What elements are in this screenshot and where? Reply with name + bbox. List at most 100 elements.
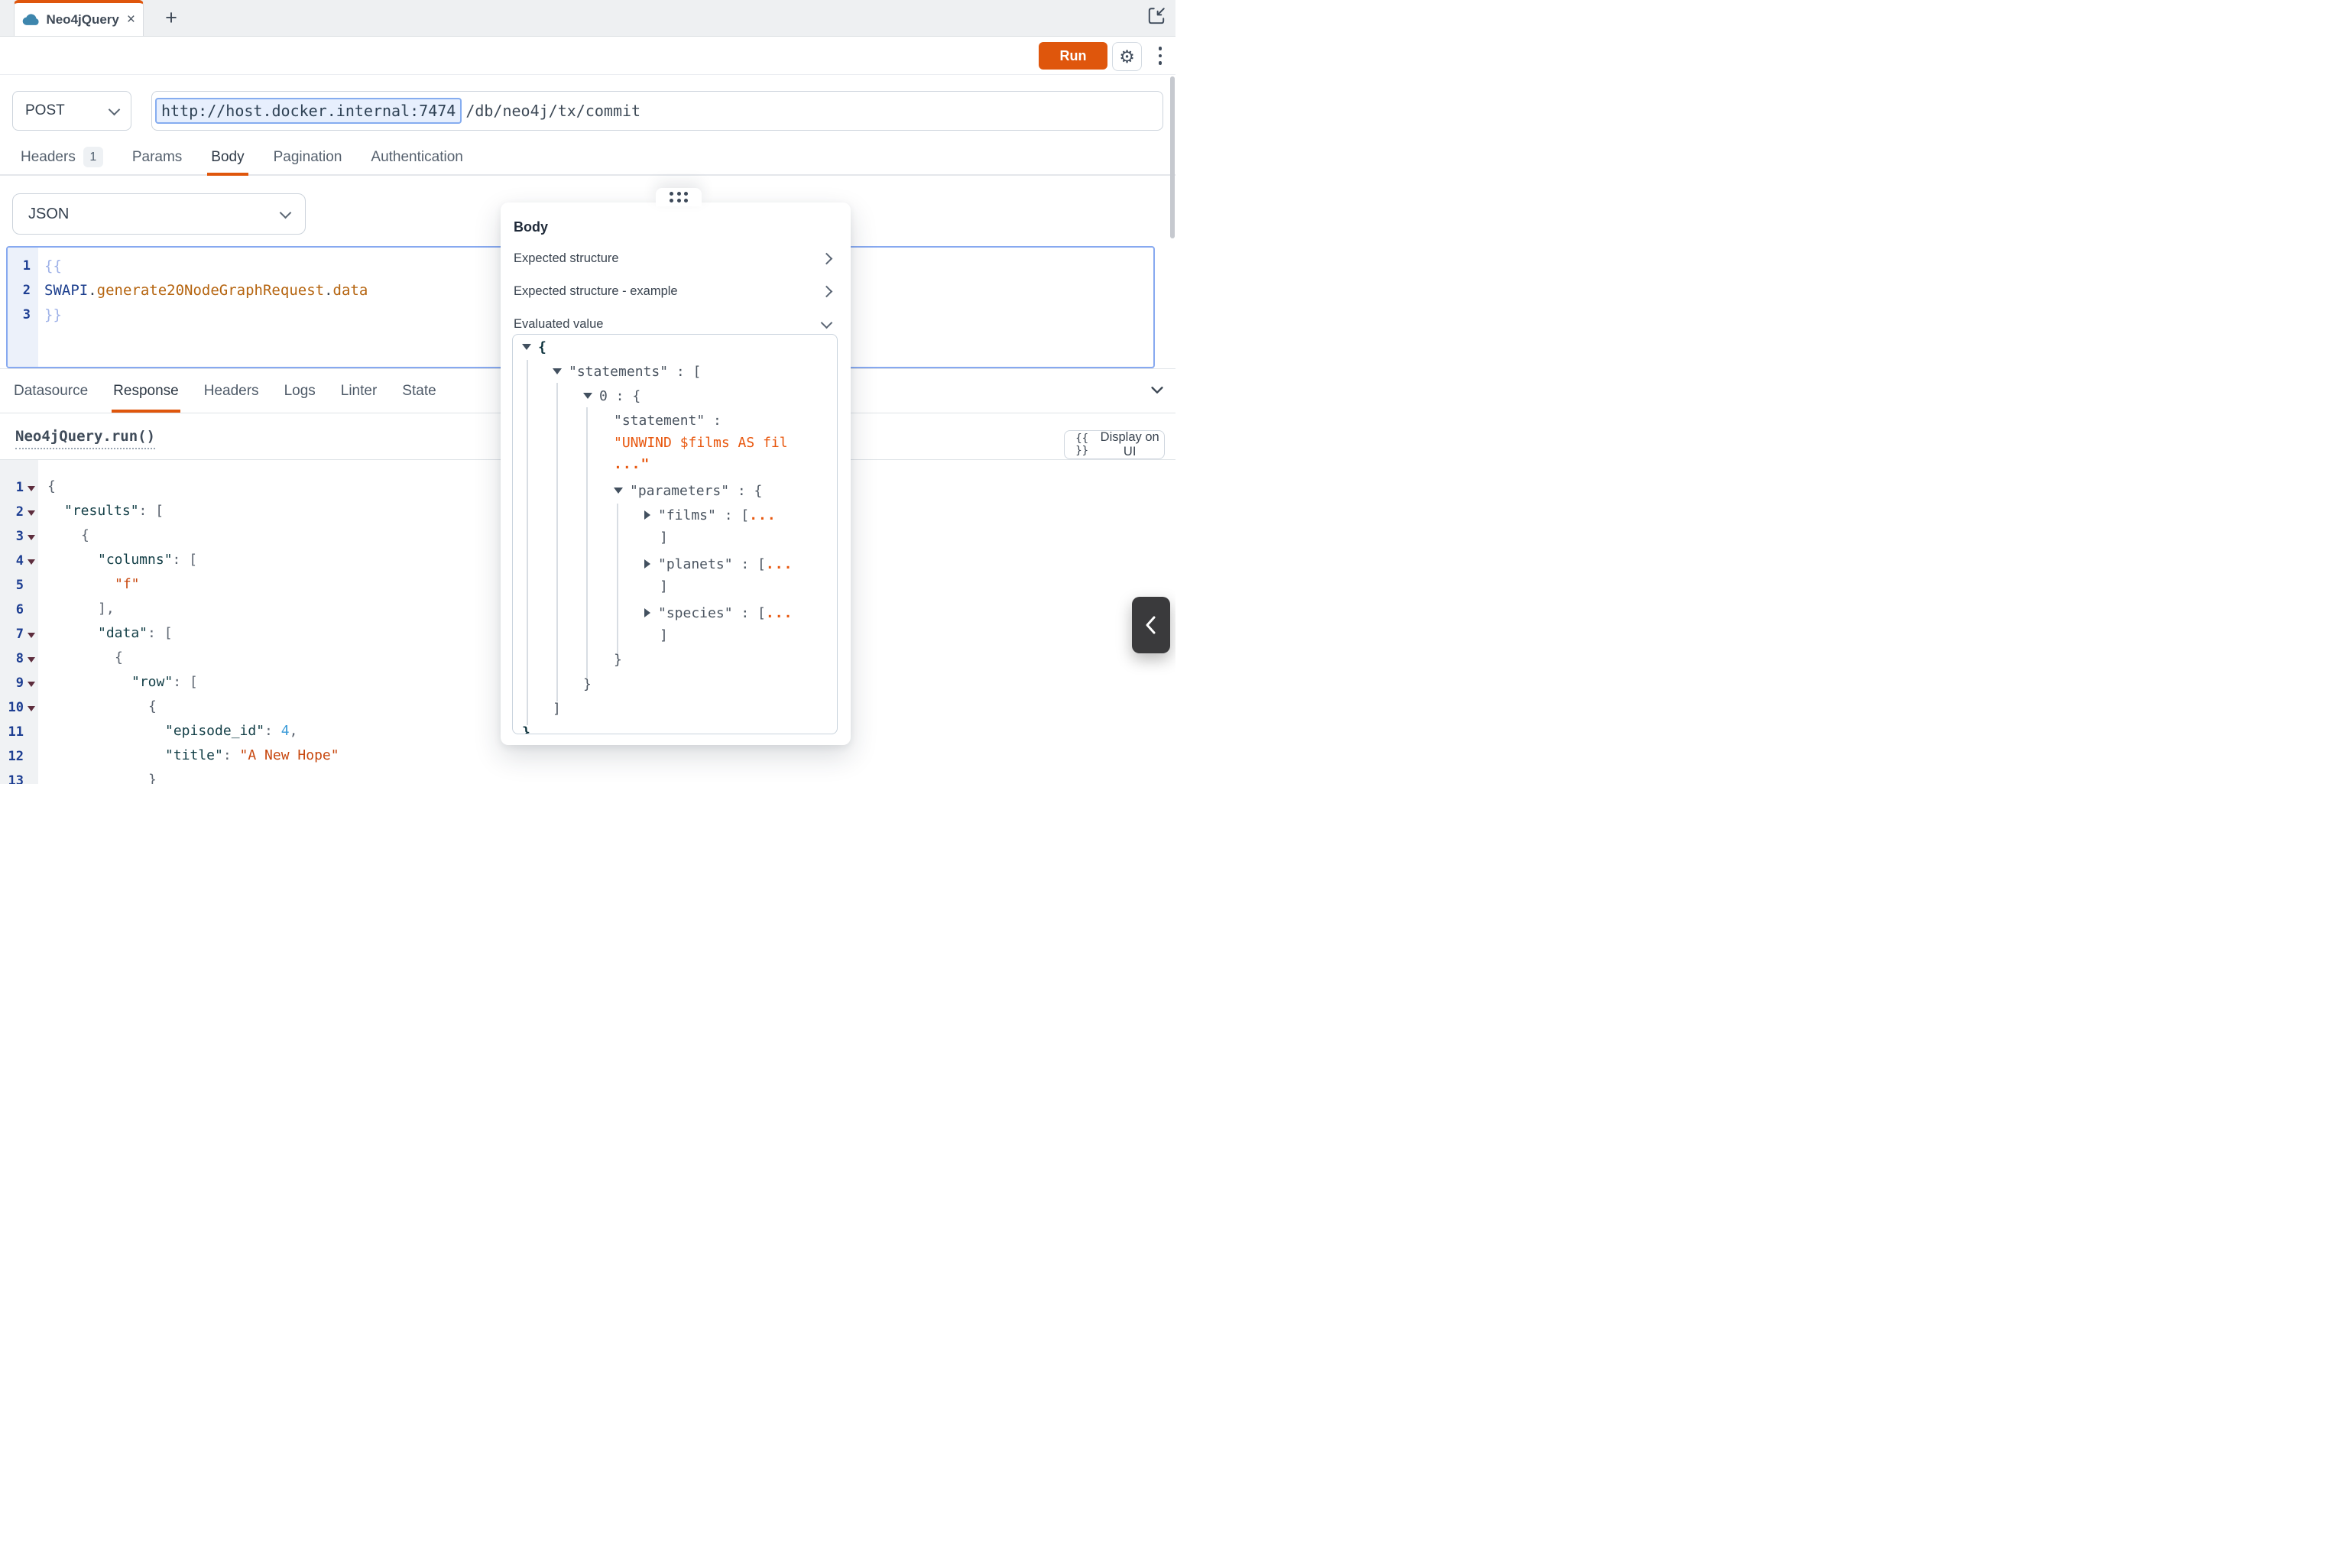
indent-guide (586, 407, 588, 678)
collapse-arrow-icon[interactable] (28, 559, 35, 565)
toolbar-divider (0, 74, 1176, 75)
request-tab-pagination[interactable]: Pagination (274, 140, 342, 174)
tree-collapse-arrow-icon[interactable] (614, 488, 623, 494)
collapse-arrow-icon[interactable] (28, 633, 35, 638)
code-segment: : (223, 747, 240, 763)
collapse-window-icon[interactable] (1146, 6, 1166, 26)
request-tab-params[interactable]: Params (132, 140, 182, 174)
tree-expand-arrow-icon[interactable] (644, 559, 650, 569)
method-select[interactable]: POST (12, 91, 131, 131)
curly-braces-icon: {{ }} (1069, 432, 1094, 457)
run-button[interactable]: Run (1039, 42, 1107, 70)
popover-row-expected-structure-example[interactable]: Expected structure - example (501, 275, 851, 308)
tree-row[interactable]: 0 : { (583, 384, 640, 407)
tree-row[interactable]: "statements" : [ (553, 360, 701, 383)
code-segment: } (583, 676, 592, 692)
code-segment: "title" (165, 747, 223, 763)
tree-row[interactable]: ] (660, 624, 668, 646)
code-segment: ] (660, 530, 668, 546)
tree-row[interactable]: "species" : [... (644, 601, 793, 624)
display-on-ui-button[interactable]: {{ }} Display on UI (1064, 430, 1165, 459)
collapse-arrow-icon[interactable] (28, 510, 35, 516)
response-query-heading: Neo4jQuery.run() (15, 428, 155, 449)
response-tab-datasource[interactable]: Datasource (14, 369, 88, 413)
evaluated-value-box[interactable]: { "statements" : [0 : {"statement" :"UNWI… (512, 334, 838, 734)
collapse-arrow-icon[interactable] (28, 706, 35, 711)
code-segment: , (290, 723, 298, 739)
response-tab-logs[interactable]: Logs (284, 369, 316, 413)
collapse-panel-chevron-icon[interactable] (1149, 381, 1166, 398)
request-tab-body[interactable]: Body (211, 140, 244, 174)
code-segment: "A New Hope" (240, 747, 339, 763)
tree-row[interactable]: } (583, 672, 592, 695)
response-tab-state[interactable]: State (402, 369, 436, 413)
tree-collapse-arrow-icon[interactable] (553, 368, 562, 374)
code-segment: { (538, 339, 546, 355)
request-tab-authentication[interactable]: Authentication (371, 140, 462, 174)
code-segment: ... (766, 556, 793, 572)
response-tab-linter[interactable]: Linter (341, 369, 378, 413)
tree-row[interactable]: ] (660, 526, 668, 549)
collapse-arrow-icon[interactable] (28, 682, 35, 687)
tree-row[interactable]: ..." (614, 452, 650, 475)
response-tab-response[interactable]: Response (113, 369, 179, 413)
line-number: 3 (8, 307, 31, 322)
indent-guide (617, 504, 618, 655)
scrollbar-thumb[interactable] (1170, 76, 1175, 238)
settings-button[interactable]: ⚙ (1112, 42, 1142, 71)
code-segment: : [ (139, 503, 164, 519)
code-segment: { (148, 698, 157, 714)
tree-row[interactable]: "films" : [... (644, 504, 777, 526)
line-number: 7 (0, 627, 24, 642)
tree-row[interactable]: } (614, 648, 622, 671)
tree-row[interactable]: "planets" : [... (644, 552, 793, 575)
line-number: 9 (0, 675, 24, 691)
body-evaluation-popover: Body Expected structureExpected structur… (501, 202, 851, 745)
response-line[interactable]: 12"title": "A New Hope" (0, 746, 1176, 770)
code-segment: ] (553, 701, 561, 717)
tree-row[interactable]: { (522, 335, 546, 358)
line-number: 3 (0, 529, 24, 544)
tree-collapse-arrow-icon[interactable] (583, 393, 592, 399)
response-line[interactable]: 13} (0, 770, 1176, 784)
tree-row[interactable]: "statement" : (614, 409, 722, 432)
gear-icon: ⚙ (1119, 47, 1135, 67)
tree-collapse-arrow-icon[interactable] (522, 344, 531, 350)
url-host-token[interactable]: http://host.docker.internal:7474 (155, 98, 462, 124)
tree-row[interactable]: } (522, 721, 530, 734)
code-segment: ], (98, 601, 115, 617)
collapse-arrow-icon[interactable] (28, 657, 35, 663)
code-segment: "species" : [ (658, 605, 766, 621)
response-tab-headers[interactable]: Headers (204, 369, 259, 413)
api-query-editor-window: Neo4jQuery × + Run ⚙ POST http://host.do… (0, 0, 1176, 784)
line-number: 4 (0, 553, 24, 569)
expand-panel-button[interactable] (1132, 597, 1170, 653)
code-segment: { (47, 478, 56, 494)
body-type-select[interactable]: JSON (12, 193, 306, 235)
request-tab-headers[interactable]: Headers1 (21, 140, 103, 174)
tab-neo4jquery[interactable]: Neo4jQuery × (14, 0, 144, 36)
collapse-arrow-icon[interactable] (28, 535, 35, 540)
new-tab-button[interactable]: + (159, 5, 183, 31)
tree-expand-arrow-icon[interactable] (644, 510, 650, 520)
tree-row[interactable]: "UNWIND $films AS fil (614, 431, 788, 454)
collapse-arrow-icon[interactable] (28, 486, 35, 491)
tab-close-icon[interactable]: × (127, 12, 135, 27)
popover-drag-handle[interactable] (656, 188, 702, 206)
url-input[interactable]: http://host.docker.internal:7474 /db/neo… (151, 91, 1163, 131)
indent-guide (527, 360, 528, 725)
tree-expand-arrow-icon[interactable] (644, 608, 650, 617)
tree-row[interactable]: ] (553, 697, 561, 720)
code-segment: ] (660, 578, 668, 594)
popover-row-expected-structure[interactable]: Expected structure (501, 242, 851, 275)
url-path-text: /db/neo4j/tx/commit (465, 102, 640, 120)
line-number: 10 (0, 700, 24, 715)
more-options-button[interactable] (1151, 42, 1169, 70)
tree-row[interactable]: "parameters" : { (614, 479, 762, 502)
code-segment: ... (766, 605, 793, 621)
chevron-right-icon (821, 286, 833, 298)
tree-row[interactable]: ] (660, 575, 668, 598)
code-segment: "episode_id" (165, 723, 264, 739)
code-segment: "f" (115, 576, 140, 592)
code-segment: : [ (173, 552, 198, 568)
